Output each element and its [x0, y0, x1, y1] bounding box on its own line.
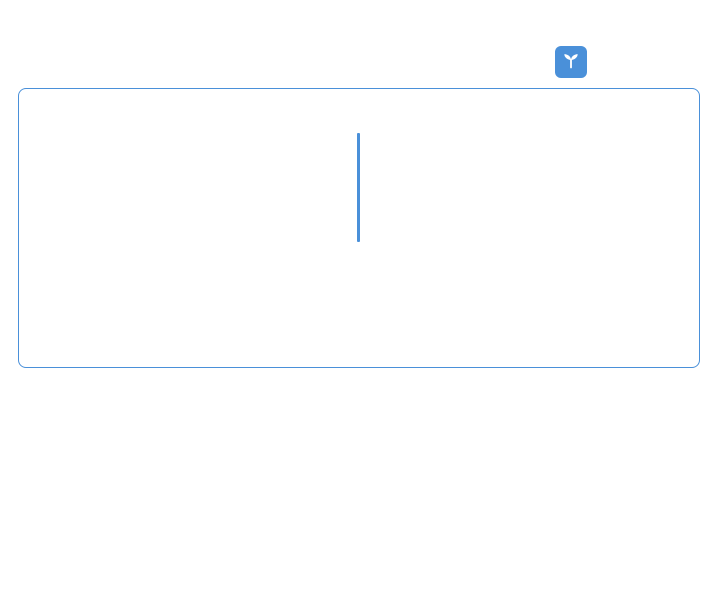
chart-panel: [18, 88, 700, 368]
header-badge: [555, 46, 587, 78]
sprout-icon: [561, 50, 581, 74]
chart-bar-0: [357, 133, 360, 242]
